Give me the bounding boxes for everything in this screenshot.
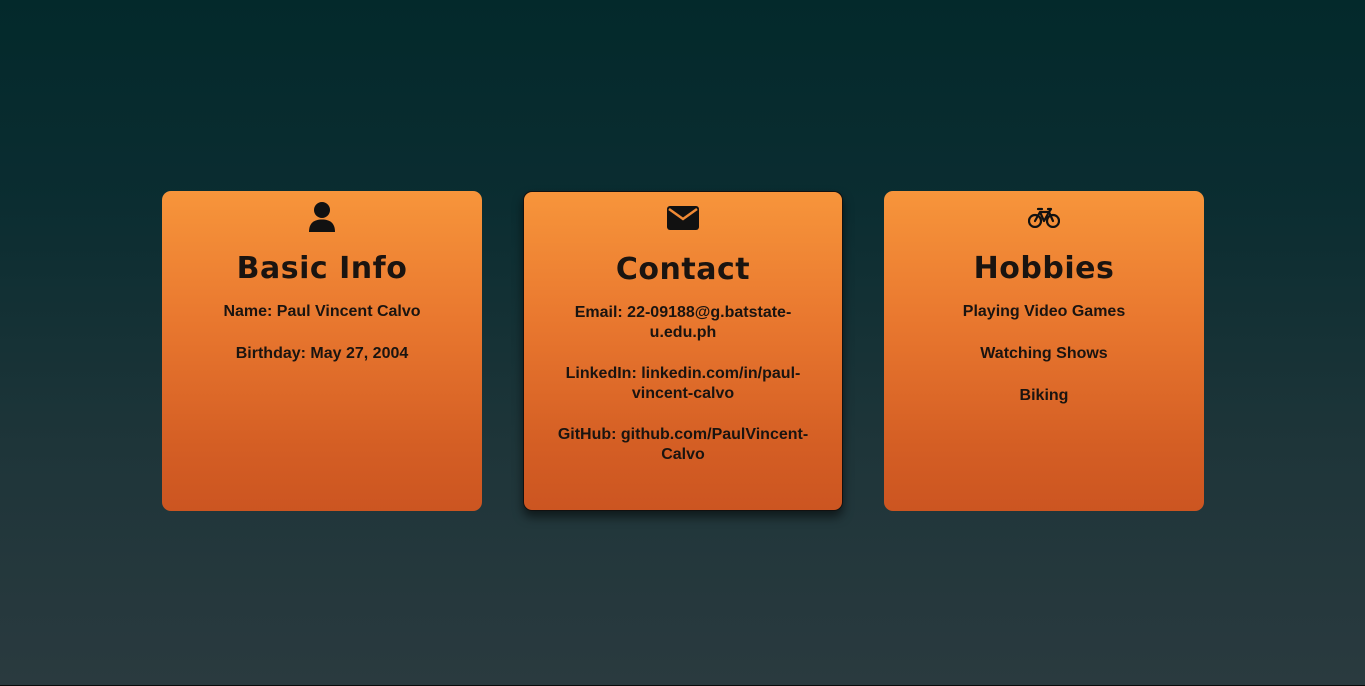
basic-info-card[interactable]: Basic Info Name: Paul Vincent Calvo Birt… [162, 191, 482, 511]
hobby-item: Biking [1019, 387, 1069, 404]
name-text: Name: Paul Vincent Calvo [223, 303, 421, 320]
hobbies-list: Playing Video Games Watching Shows Bikin… [884, 302, 1204, 406]
bicycle-icon [884, 201, 1204, 233]
basic-info-details: Name: Paul Vincent Calvo Birthday: May 2… [162, 302, 482, 364]
cards-container: Basic Info Name: Paul Vincent Calvo Birt… [162, 191, 1204, 511]
hobby-item: Playing Video Games [962, 303, 1126, 320]
envelope-icon [524, 202, 842, 234]
hobbies-card[interactable]: Hobbies Playing Video Games Watching Sho… [884, 191, 1204, 511]
github-text[interactable]: GitHub: github.com/PaulVincent-Calvo [552, 425, 814, 465]
birthday-text: Birthday: May 27, 2004 [235, 345, 409, 362]
contact-card[interactable]: Contact Email: 22-09188@g.batstate-u.edu… [523, 191, 843, 511]
email-text[interactable]: Email: 22-09188@g.batstate-u.edu.ph [552, 303, 814, 343]
user-icon [162, 201, 482, 233]
hobbies-title: Hobbies [973, 251, 1115, 286]
hobby-item: Watching Shows [980, 345, 1108, 362]
contact-details: Email: 22-09188@g.batstate-u.edu.ph Link… [524, 303, 842, 465]
contact-title: Contact [615, 252, 751, 287]
linkedin-text[interactable]: LinkedIn: linkedin.com/in/paul-vincent-c… [552, 364, 814, 404]
basic-info-title: Basic Info [236, 251, 408, 286]
